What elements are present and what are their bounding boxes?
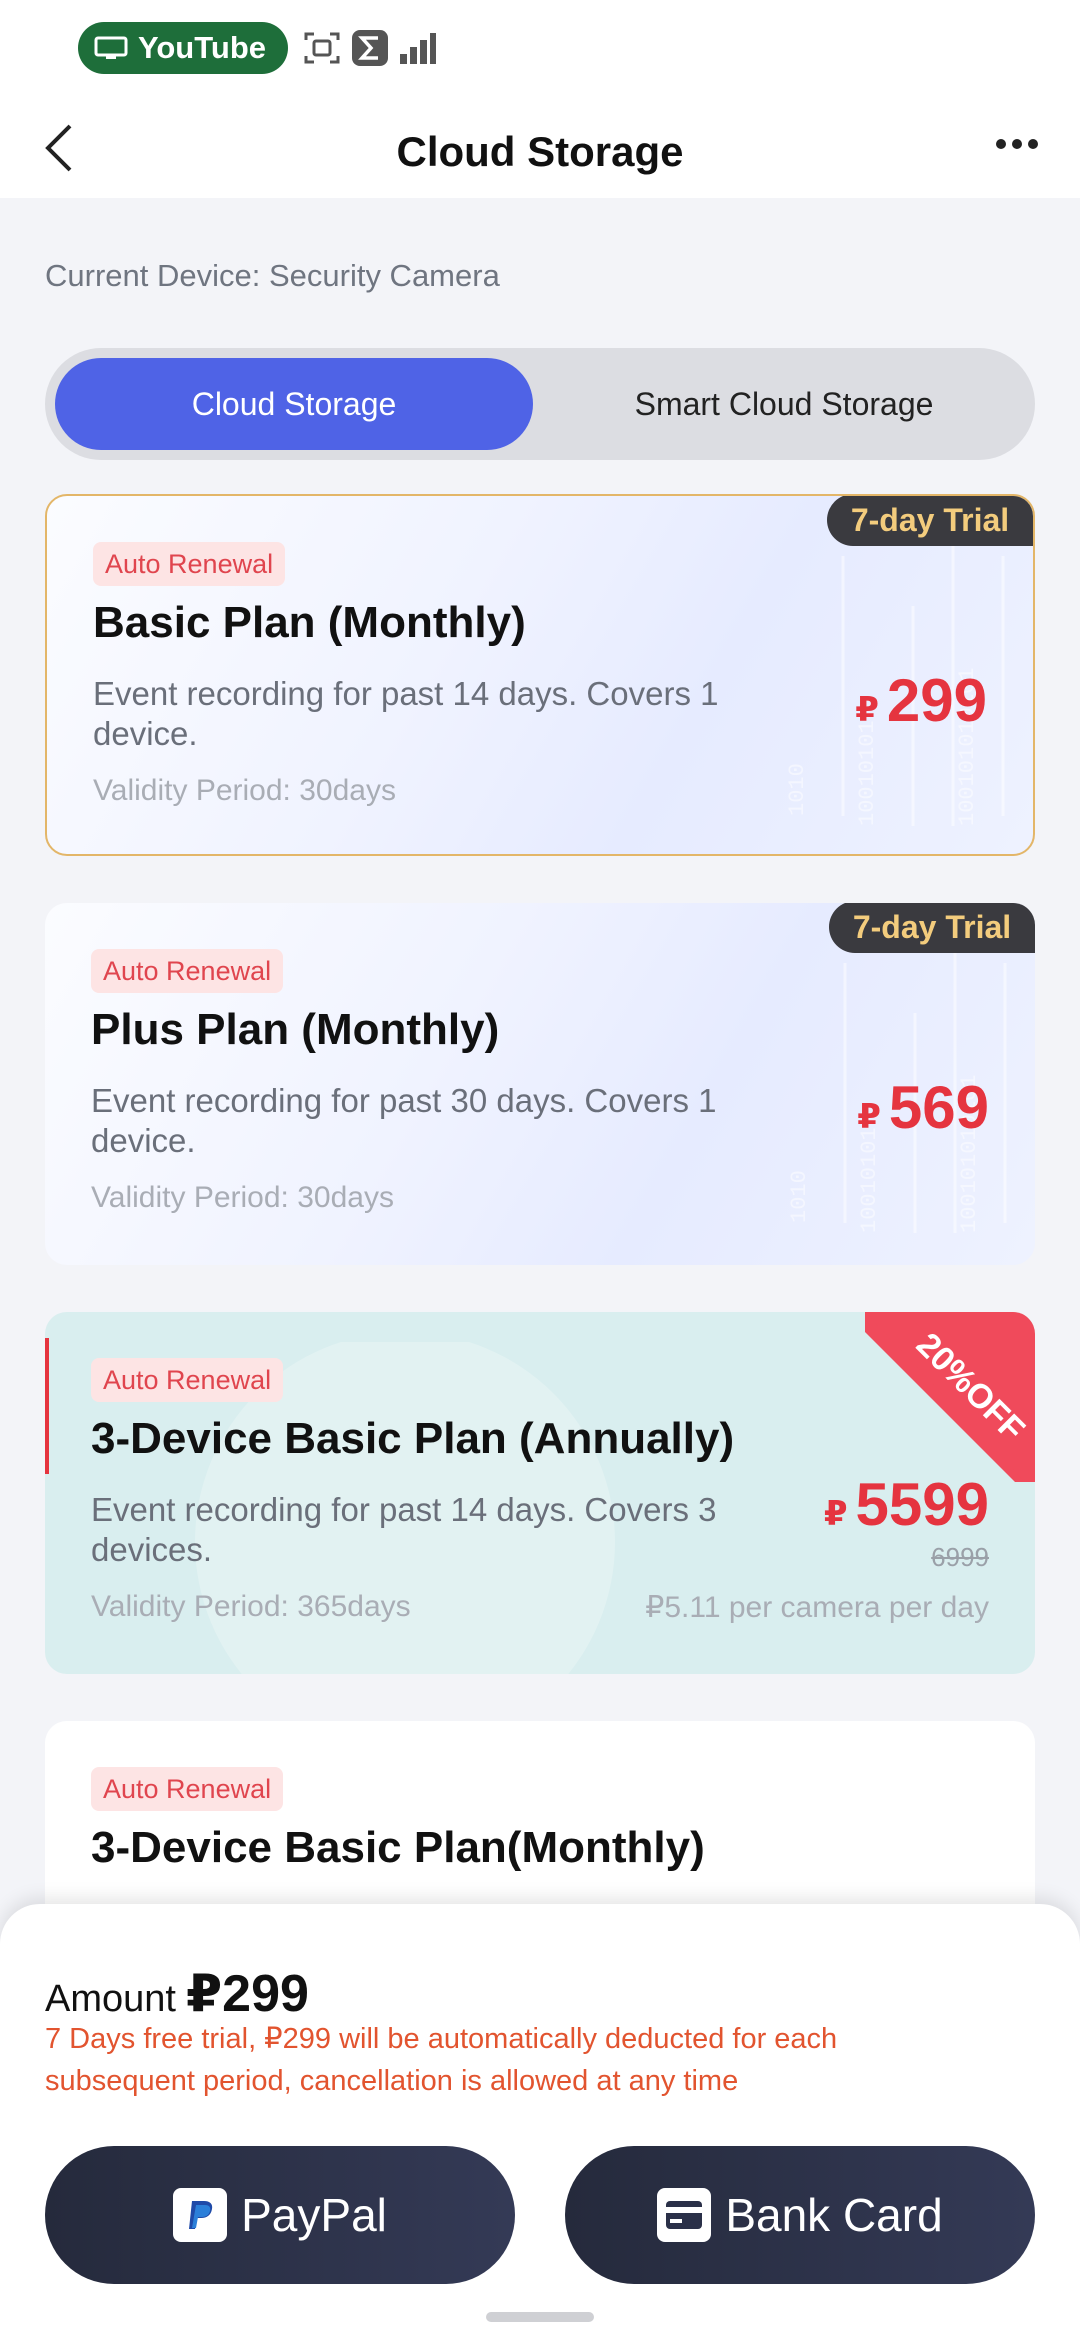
- plan-name: Plus Plan (Monthly): [91, 1005, 500, 1054]
- tab-cloud-storage[interactable]: Cloud Storage: [55, 358, 533, 450]
- price-value: 569: [888, 1074, 989, 1141]
- validity-period: Validity Period: 30days: [91, 1181, 394, 1214]
- paypal-button[interactable]: PayPal: [45, 2146, 515, 2284]
- home-indicator[interactable]: [486, 2312, 594, 2322]
- app-header: Cloud Storage: [0, 90, 1080, 198]
- plan-card-plus-monthly[interactable]: 1010 10010101 100101010101 7-day Trial A…: [45, 903, 1035, 1265]
- plan-name: 3-Device Basic Plan(Monthly): [91, 1823, 705, 1872]
- auto-renewal-badge: Auto Renewal: [91, 949, 284, 993]
- plan-card-basic-monthly[interactable]: 1010 10010101 100101010101 7-day Trial A…: [45, 494, 1035, 856]
- youtube-pill[interactable]: YouTube: [78, 22, 288, 74]
- price-value: 5599: [855, 1471, 989, 1538]
- amount-label: Amount: [45, 1978, 176, 2020]
- paypal-icon: [173, 2188, 228, 2242]
- tab-smart-cloud-storage[interactable]: Smart Cloud Storage: [543, 358, 1025, 450]
- svg-text:10010101: 10010101: [857, 1127, 882, 1233]
- plan-price: ₽ 5599: [824, 1470, 989, 1539]
- page-title: Cloud Storage: [396, 128, 684, 175]
- auto-renewal-badge: Auto Renewal: [91, 1767, 284, 1811]
- plan-card-3-device-annual[interactable]: 20%OFF Auto Renewal 3-Device Basic Plan …: [45, 1312, 1035, 1674]
- currency-symbol: ₽: [823, 1495, 848, 1533]
- auto-renewal-badge: Auto Renewal: [93, 542, 286, 586]
- more-options-icon[interactable]: [994, 134, 1040, 154]
- price-value: 299: [886, 667, 987, 734]
- plan-name: 3-Device Basic Plan (Annually): [91, 1414, 735, 1463]
- discount-ribbon-shape: [865, 1312, 1035, 1482]
- status-bar: YouTube: [0, 0, 1080, 90]
- validity-period: Validity Period: 30days: [93, 774, 396, 807]
- current-device-label: Current Device: Security Camera: [45, 258, 500, 293]
- original-price: 6999: [931, 1542, 989, 1572]
- monitor-icon: [94, 36, 128, 59]
- youtube-label: YouTube: [138, 30, 266, 65]
- currency-symbol: ₽: [857, 1098, 881, 1136]
- svg-text:1010: 1010: [787, 1170, 812, 1223]
- per-camera-per-day: ₽5.11 per camera per day: [645, 1591, 989, 1624]
- validity-period: Validity Period: 365days: [91, 1590, 411, 1623]
- plan-description: Event recording for past 14 days. Covers…: [93, 675, 719, 752]
- sigma-icon: [352, 30, 388, 66]
- accent-edge: [45, 1338, 49, 1474]
- currency-symbol: ₽: [855, 691, 879, 729]
- amount-value: ₽299: [185, 1965, 309, 2023]
- bank-card-label: Bank Card: [725, 2189, 943, 2241]
- svg-text:10010101: 10010101: [855, 720, 880, 826]
- plan-description: Event recording for past 14 days. Covers…: [91, 1491, 717, 1568]
- trial-badge: 7-day Trial: [827, 496, 1033, 546]
- discount-corner: 20%OFF: [865, 1312, 1035, 1482]
- bank-card-button[interactable]: Bank Card: [565, 2146, 1035, 2284]
- plan-price: ₽ 299: [855, 666, 987, 735]
- trial-notice: 7 Days free trial, ₽299 will be automati…: [45, 2023, 838, 2097]
- bank-card-icon: [657, 2188, 712, 2242]
- plan-price: ₽ 569: [857, 1073, 989, 1142]
- trial-badge: 7-day Trial: [829, 903, 1035, 953]
- auto-renewal-badge: Auto Renewal: [91, 1358, 284, 1402]
- scan-icon: [304, 32, 340, 64]
- storage-type-tabs: Cloud Storage Smart Cloud Storage: [45, 348, 1035, 460]
- payment-sheet: Amount ₽299 7 Days free trial, ₽299 will…: [0, 1904, 1080, 2340]
- plan-description: Event recording for past 30 days. Covers…: [91, 1082, 717, 1159]
- svg-text:1010: 1010: [785, 763, 810, 816]
- signal-icon: [400, 33, 436, 64]
- paypal-label: PayPal: [241, 2189, 387, 2241]
- plan-name: Basic Plan (Monthly): [93, 598, 526, 647]
- amount-row: Amount ₽299: [45, 1964, 309, 2024]
